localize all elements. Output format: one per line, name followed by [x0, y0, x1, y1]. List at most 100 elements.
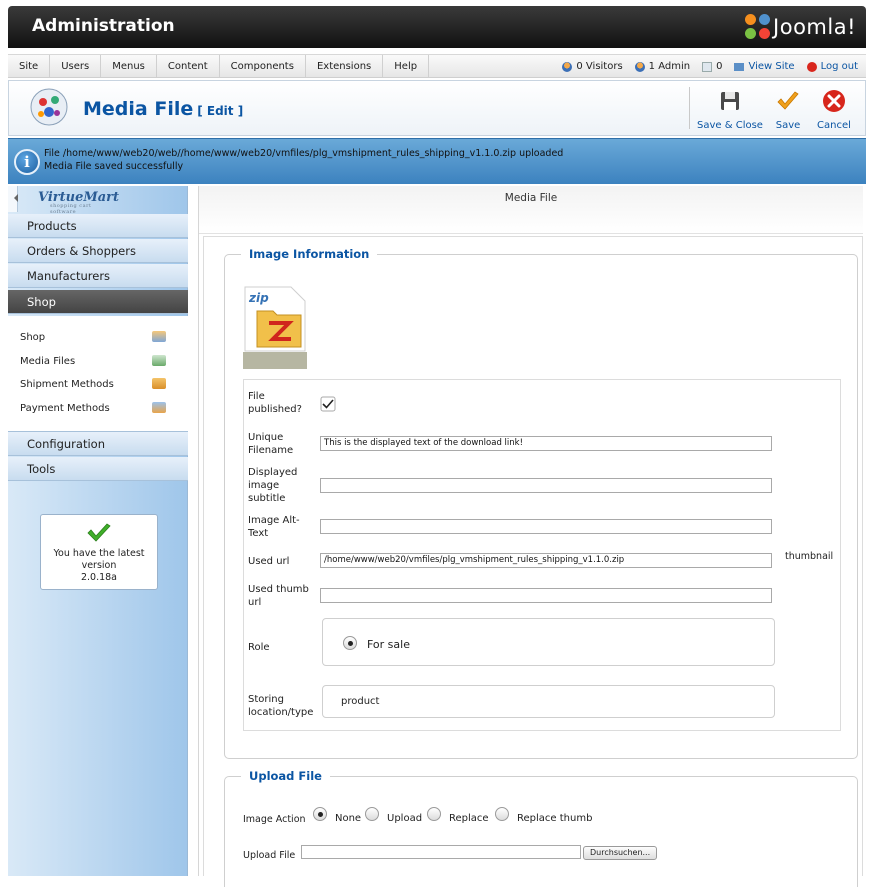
sidebar-item-products[interactable]: Products	[8, 214, 188, 238]
save-close-button[interactable]: Save & Close	[697, 87, 763, 131]
logout-label: Log out	[820, 61, 858, 72]
menu-content[interactable]: Content	[157, 55, 220, 77]
monitor-icon	[734, 62, 745, 71]
action-replace-label: Replace	[449, 813, 489, 824]
edit-indicator: [ Edit ]	[197, 104, 244, 118]
menu-site[interactable]: Site	[8, 55, 51, 77]
menu-extensions[interactable]: Extensions	[306, 55, 384, 77]
main-title: Media File	[199, 186, 863, 234]
admins-status: 1 Admin	[634, 61, 691, 72]
upload-file-legend: Upload File	[249, 769, 322, 783]
logout-link[interactable]: Log out	[806, 61, 858, 72]
sidebar-sub-shipment-methods[interactable]: Shipment Methods	[20, 379, 114, 390]
cancel-label: Cancel	[817, 120, 851, 131]
thumb-url-input[interactable]	[320, 588, 772, 603]
system-message: File /home/www/web20/web//home/www/web20…	[8, 138, 866, 184]
admins-label: 1 Admin	[648, 61, 691, 72]
admin-title: Administration	[32, 16, 175, 36]
admin-user-icon	[634, 61, 645, 72]
used-url-label: Used url	[248, 556, 290, 567]
subtitle-label: Displayed image subtitle	[248, 467, 298, 504]
published-label: File published?	[248, 391, 302, 415]
version-message: You have the latest version	[53, 548, 145, 571]
cancel-button[interactable]: Cancel	[813, 87, 855, 131]
role-box: For sale	[322, 618, 775, 666]
menu-users[interactable]: Users	[50, 55, 102, 77]
unique-filename-label: Unique Filename	[248, 432, 294, 456]
view-site-link[interactable]: View Site	[734, 61, 795, 72]
image-action-label: Image Action	[243, 814, 306, 825]
menu-components[interactable]: Components	[220, 55, 306, 77]
payment-icon	[152, 402, 166, 413]
menu-menus[interactable]: Menus	[101, 55, 157, 77]
thumbnail-label: thumbnail	[785, 551, 834, 562]
sidebar-sub-shop[interactable]: Shop	[20, 332, 45, 343]
location-box: product	[322, 685, 775, 718]
sidebar-collapse-toggle[interactable]	[8, 186, 18, 212]
page-title: Media File[ Edit ]	[83, 98, 244, 120]
sidebar-item-orders-shoppers[interactable]: Orders & Shoppers	[8, 239, 188, 263]
joomla-brand: Joomla!	[773, 15, 856, 39]
sidebar-item-tools[interactable]: Tools	[8, 457, 188, 481]
action-replace-thumb-radio[interactable]	[495, 807, 509, 821]
sidebar-item-configuration[interactable]: Configuration	[8, 432, 188, 456]
browse-button[interactable]: Durchsuchen...	[583, 846, 658, 860]
action-none-radio[interactable]	[313, 807, 327, 821]
version-status-box: You have the latest version 2.0.18a	[40, 514, 158, 590]
image-details-panel: File published? Unique Filename This is …	[243, 379, 841, 731]
published-checkbox[interactable]	[320, 396, 336, 412]
main-content: Media File Image Information zip File pu…	[198, 186, 866, 887]
joomla-flower-icon	[745, 14, 771, 40]
sidebar-sub-media-files[interactable]: Media Files	[20, 356, 75, 367]
image-information-fieldset: Image Information zip File published? Un…	[224, 247, 858, 759]
admin-header: Administration Joomla!	[8, 6, 866, 48]
upload-file-label: Upload File	[243, 850, 296, 861]
shop-icon	[152, 331, 166, 342]
power-icon	[806, 61, 817, 72]
zip-file-preview: zip	[243, 285, 307, 369]
sidebar-sub-payment-methods[interactable]: Payment Methods	[20, 403, 110, 414]
unique-filename-input[interactable]: This is the displayed text of the downlo…	[320, 436, 772, 451]
top-menu-bar: Site Users Menus Content Components Exte…	[8, 54, 866, 78]
action-upload-radio[interactable]	[365, 807, 379, 821]
page-toolbar: Media File[ Edit ] Save & Close Save Can…	[8, 80, 866, 136]
messages-count: 0	[716, 61, 723, 72]
floppy-icon	[721, 92, 739, 110]
subtitle-input[interactable]	[320, 478, 772, 493]
shop-subpanel: Shop Media Files Shipment Methods Paymen…	[8, 316, 188, 432]
checkmark-icon	[777, 91, 799, 110]
messages-status[interactable]: 0	[702, 61, 722, 72]
media-files-icon	[152, 355, 166, 366]
vm-sidebar: VirtueMart shopping cart software Produc…	[8, 186, 188, 876]
role-for-sale-label: For sale	[367, 638, 410, 651]
media-file-form: Image Information zip File published? Un…	[203, 236, 863, 887]
sidebar-item-shop[interactable]: Shop	[8, 290, 188, 314]
alt-text-input[interactable]	[320, 519, 772, 534]
location-value: product	[341, 696, 380, 707]
visitors-status: 0 Visitors	[562, 61, 623, 72]
action-none-label: None	[335, 813, 362, 824]
thumb-url-label: Used thumb url	[248, 584, 309, 608]
save-button[interactable]: Save	[771, 87, 805, 131]
image-information-legend: Image Information	[249, 247, 370, 261]
role-for-sale-radio[interactable]	[343, 636, 357, 650]
message-saved: Media File saved successfully	[44, 161, 184, 172]
zip-label: zip	[249, 291, 269, 305]
upload-file-input[interactable]	[301, 845, 581, 859]
mail-icon	[702, 61, 713, 72]
location-label: Storing location/type	[248, 694, 314, 718]
users-icon	[562, 61, 573, 72]
action-replace-thumb-label: Replace thumb	[517, 813, 593, 824]
media-icon	[30, 88, 68, 126]
view-site-label: View Site	[748, 61, 795, 72]
version-number: 2.0.18a	[80, 572, 118, 583]
sidebar-item-manufacturers[interactable]: Manufacturers	[8, 264, 188, 288]
alt-text-label: Image Alt-Text	[248, 515, 300, 539]
truck-icon	[152, 378, 166, 389]
menu-help[interactable]: Help	[383, 55, 430, 77]
used-url-input[interactable]: /home/www/web20/vmfiles/plg_vmshipment_r…	[320, 553, 772, 568]
save-label: Save	[775, 120, 801, 131]
toolbar-divider	[689, 87, 690, 129]
action-replace-radio[interactable]	[427, 807, 441, 821]
virtuemart-logo: VirtueMart shopping cart software	[38, 190, 120, 215]
